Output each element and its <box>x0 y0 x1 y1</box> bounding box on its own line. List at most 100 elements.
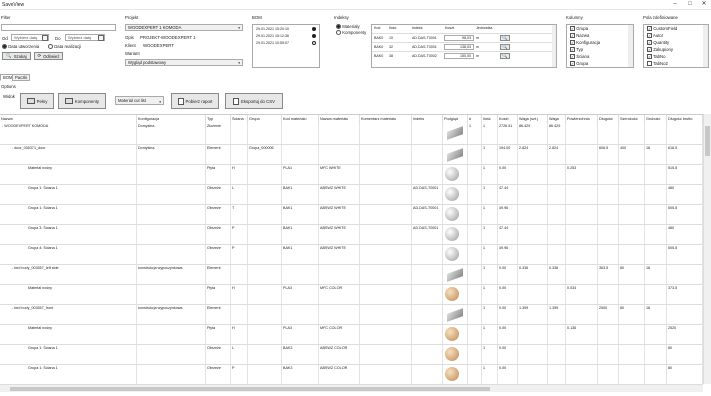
cell-wsz <box>518 285 548 304</box>
column-header[interactable]: Waga <box>548 115 566 123</box>
column-checkbox[interactable]: ✓ Nazwa <box>570 33 589 39</box>
close-icon[interactable]: ✕ <box>697 0 711 9</box>
bom-entry[interactable]: 29.01.2021 10:55:07 <box>256 41 316 45</box>
userfield-checkbox[interactable]: ✓ CustomField <box>647 26 677 32</box>
column-header[interactable]: Grupa <box>248 115 282 123</box>
get-report-button[interactable]: Pobierz raport <box>171 93 219 109</box>
bom-grid[interactable]: Nazwa Konfiguracja Typ Ściana Grupa Kod mater… <box>0 114 703 384</box>
column-header[interactable]: Indeks <box>412 115 443 123</box>
dot-icon <box>312 27 316 31</box>
bom-entry[interactable]: 29.01.2021 15:12:36 <box>256 34 316 38</box>
column-header[interactable]: Długość <box>598 115 619 123</box>
tab-paczki[interactable]: Paczki <box>12 74 31 81</box>
refresh-button[interactable]: ⟳ Odśwież <box>34 52 63 60</box>
preview-thumbnail <box>445 327 459 341</box>
table-row[interactable]: Grupa 1: Ściana 1 Obrzeże L BAK1 ABSWZ WHITE… <box>0 185 703 205</box>
column-header[interactable]: Nazwa <box>0 115 137 123</box>
userfields-list[interactable]: ✓ CustomField ✓ Autor ✓ Quantity ✓ Zakup… <box>643 24 709 68</box>
radio-date-realized[interactable]: Data realizacji <box>48 44 81 50</box>
cell-w <box>548 285 566 304</box>
components-button[interactable]: Komponenty <box>58 93 106 109</box>
column-header[interactable]: Komentarz materiału <box>360 115 412 123</box>
table-row[interactable]: Materiał nośny Płyta H PLA1 MFC WHITE 1 0.00 0.… <box>0 165 703 185</box>
minimize-icon[interactable]: – <box>668 0 682 9</box>
scrollbar[interactable] <box>552 25 556 67</box>
filter-input[interactable] <box>1 24 116 31</box>
table-row[interactable]: Grupa 1: Ściana 1 Obrzeże T BAK1 ABSWZ WHITE… <box>0 205 703 225</box>
userfield-checkbox[interactable]: ✓ Zakupiony <box>647 47 673 53</box>
export-icon <box>233 97 240 105</box>
column-header[interactable]: Ilość <box>482 115 498 123</box>
table-row[interactable]: - WOODEXPERT KOMODA Domyślna Złożenie 1 1 272… <box>0 123 703 145</box>
cell-name: Materiał nośny <box>0 165 137 184</box>
scrollbar[interactable] <box>703 25 708 67</box>
project-select[interactable]: WOODEXPERT 1 KOMODA ▾ <box>125 24 243 31</box>
table-row[interactable]: Materiał nośny Płyta H PLA3 MFC COLOR 1 0.00 0.… <box>0 285 703 305</box>
column-checkbox[interactable]: ✓ Typ <box>570 47 583 53</box>
full-view-button[interactable]: Pełny <box>20 93 54 109</box>
table-row[interactable]: Grupa 4: Ściana 1 Obrzeże P BAK1 ABSWZ WHITE… <box>0 245 703 265</box>
indexes-table[interactable]: Kod Ilość Indeks Koszt Jednostka BAK0 10 A… <box>371 24 557 68</box>
column-header[interactable]: Szerokość <box>619 115 645 123</box>
search-button[interactable]: 🔍 Szukaj <box>2 52 31 60</box>
cell-pow <box>566 185 598 204</box>
userfield-checkbox[interactable]: TabNo2 <box>647 61 668 67</box>
column-header[interactable]: Powierzchnia <box>566 115 598 123</box>
column-header[interactable]: Długość brutto <box>667 115 703 123</box>
table-row[interactable]: - door_005371_door Domyślna Element Grupa_0… <box>0 145 703 165</box>
table-row[interactable]: BAK0 10 AD.DAS-T0001 98,03 m 🔍 <box>372 33 556 42</box>
maximize-icon[interactable]: □ <box>683 0 697 9</box>
cell-kod: BAK1 <box>282 205 319 224</box>
search-icon[interactable]: 🔍 <box>500 44 510 50</box>
bom-entry[interactable]: 29.01.2021 15:20:10 <box>256 27 316 31</box>
scrollbar[interactable] <box>628 25 633 67</box>
column-checkbox[interactable]: ✓ Grupa <box>570 26 588 32</box>
radio-date-created[interactable]: Data utworzenia <box>2 44 39 50</box>
userfield-checkbox[interactable]: ✓ TabNo <box>647 54 666 60</box>
column-header[interactable]: Ściana <box>231 115 248 123</box>
export-csv-button[interactable]: Eksportuj do CSV <box>225 93 283 109</box>
horizontal-scrollbar[interactable] <box>0 384 703 392</box>
table-row[interactable]: BAK0 38 AD.DAS-T0002 150,00 m 🔍 <box>372 51 556 60</box>
column-header[interactable]: Kod materiału <box>282 115 319 123</box>
column-header[interactable]: Podgląd <box>443 115 468 123</box>
column-header[interactable]: Typ <box>206 115 231 123</box>
calendar-to-icon[interactable] <box>98 35 104 41</box>
column-header[interactable]: # <box>468 115 482 123</box>
cell-n <box>468 185 482 204</box>
radio-materials[interactable]: Materiały <box>336 24 360 30</box>
cell-dl <box>598 245 619 264</box>
cell-p <box>443 365 468 384</box>
column-header[interactable]: Konfiguracja <box>137 115 206 123</box>
table-row[interactable]: - bed body_003557_left side konstrukcja w… <box>0 265 703 285</box>
table-row[interactable]: Grupa 1: Ściana 1 Obrzeże L BAK3 ABSWZ COLOR… <box>0 345 703 365</box>
userfield-checkbox[interactable]: ✓ Quantity <box>647 40 669 46</box>
vertical-scrollbar[interactable] <box>703 114 711 384</box>
search-icon[interactable]: 🔍 <box>500 35 510 41</box>
column-header[interactable]: Grubość <box>645 115 667 123</box>
userfield-checkbox[interactable]: ✓ Autor <box>647 33 663 39</box>
columns-list[interactable]: ✓ Grupa ✓ Nazwa ✓ Konfiguracja ✓ Typ ✓ Ś… <box>566 24 634 68</box>
cell-typ: Element <box>206 305 231 324</box>
table-row[interactable]: Materiał nośny Płyta H PLA3 MFC COLOR 1 0.00 0.… <box>0 325 703 345</box>
variant-select[interactable]: Wygląd podstawowy ▾ <box>125 59 243 66</box>
cell-sz <box>619 245 645 264</box>
radio-components[interactable]: Komponenty <box>336 30 366 36</box>
table-row[interactable]: - bed body_003557_front konstrukcja wypoc… <box>0 305 703 325</box>
table-row[interactable]: Grupa 1: Ściana 1 Obrzeże P BAK3 ABSWZ COLOR… <box>0 365 703 384</box>
material-cut-list-select[interactable]: Material cut list ▾ <box>115 96 164 105</box>
table-row[interactable]: Grupa 3: Ściana 1 Obrzeże P BAK1 ABSWZ WHITE… <box>0 225 703 245</box>
bom-list[interactable]: 29.01.2021 15:20:10 29.01.2021 15:12:36 … <box>252 24 320 68</box>
search-icon[interactable]: 🔍 <box>500 53 510 59</box>
column-checkbox[interactable]: ✓ Grupa <box>570 61 588 67</box>
column-checkbox[interactable]: ✓ Konfiguracja <box>570 40 600 46</box>
cell-wsz <box>518 365 548 384</box>
cell-pow <box>566 365 598 384</box>
table-row[interactable]: BAK0 32 AD.DAS-T0001 138,03 m 🔍 <box>372 42 556 51</box>
column-header[interactable]: Waga (szt.) <box>518 115 548 123</box>
cell-name: Materiał nośny <box>0 285 137 304</box>
column-checkbox[interactable]: ✓ Ściana <box>570 54 589 60</box>
column-header[interactable]: Koszt <box>498 115 518 123</box>
column-header[interactable]: Nazwa materiału <box>319 115 360 123</box>
calendar-from-icon[interactable] <box>42 35 48 41</box>
